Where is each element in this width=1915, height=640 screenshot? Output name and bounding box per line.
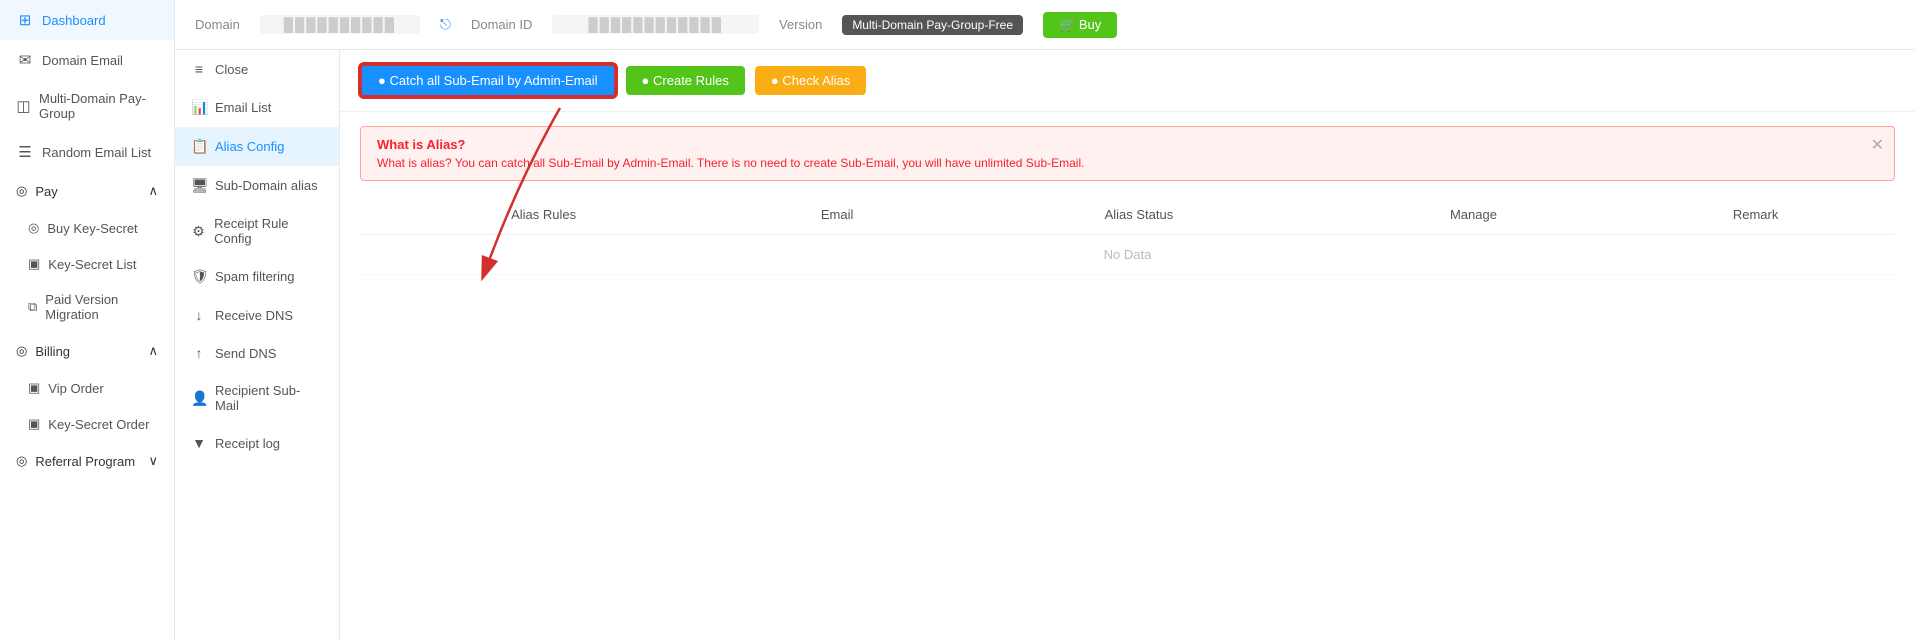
col-email: Email	[727, 195, 947, 235]
content-area: ≡ Close 📊 Email List 📋 Alias Config 🖥 Su…	[175, 50, 1915, 640]
buy-icon: ◎	[28, 220, 39, 236]
header-bar: Domain ██████████ ⎋ Domain ID ██████████…	[175, 0, 1915, 50]
no-data-cell: No Data	[360, 235, 1895, 275]
chart-icon: 📊	[191, 99, 207, 116]
panel-sidebar: ≡ Close 📊 Email List 📋 Alias Config 🖥 Su…	[175, 50, 340, 640]
create-rules-button[interactable]: ● Create Rules	[626, 66, 745, 95]
referral-icon: ◎	[16, 453, 27, 469]
toolbar: ● Catch all Sub-Email by Admin-Email ● C…	[340, 50, 1915, 112]
col-remark: Remark	[1616, 195, 1895, 235]
toolbar-wrapper: ● Catch all Sub-Email by Admin-Email ● C…	[340, 50, 1915, 112]
domain-label: Domain	[195, 17, 240, 32]
close-icon: ≡	[191, 61, 207, 77]
table-container: Alias Rules Email Alias Status Manage Re…	[340, 195, 1915, 640]
sidebar-item-random-email[interactable]: ☰ Random Email List	[0, 132, 174, 172]
list-icon: ☰	[16, 143, 34, 161]
main-area: Domain ██████████ ⎋ Domain ID ██████████…	[175, 0, 1915, 640]
pay-icon: ◎	[16, 183, 27, 199]
alias-icon: 📋	[191, 138, 207, 155]
panel-item-receive-dns[interactable]: ↓ Receive DNS	[175, 296, 339, 334]
billing-group-header[interactable]: ◎ Billing ∧	[0, 332, 174, 370]
order-icon: ▣	[28, 416, 40, 432]
panel-item-send-dns[interactable]: ↑ Send DNS	[175, 334, 339, 372]
panel-item-close[interactable]: ≡ Close	[175, 50, 339, 88]
sidebar-item-key-secret-order[interactable]: ▣ Key-Secret Order	[0, 406, 174, 442]
check-alias-button[interactable]: ● Check Alias	[755, 66, 866, 95]
subdomain-icon: 🖥	[191, 177, 207, 194]
buy-button[interactable]: 🛒 Buy	[1043, 12, 1117, 38]
mail-icon: ✉	[16, 51, 34, 69]
left-sidebar: ⊞ Dashboard ✉ Domain Email ◫ Multi-Domai…	[0, 0, 175, 640]
pay-group-header[interactable]: ◎ Pay ∧	[0, 172, 174, 210]
info-banner-text: What is alias? You can catch all Sub-Ema…	[377, 156, 1878, 170]
version-label: Version	[779, 17, 822, 32]
sidebar-item-dashboard[interactable]: ⊞ Dashboard	[0, 0, 174, 40]
key-icon: ▣	[28, 256, 40, 272]
receive-dns-icon: ↓	[191, 307, 207, 323]
sidebar-item-buy-key-secret[interactable]: ◎ Buy Key-Secret	[0, 210, 174, 246]
sidebar-item-vip-order[interactable]: ▣ Vip Order	[0, 370, 174, 406]
panel-item-alias-config[interactable]: 📋 Alias Config	[175, 127, 339, 166]
domain-value: ██████████	[260, 15, 420, 34]
vip-icon: ▣	[28, 380, 40, 396]
recipient-icon: 👤	[191, 390, 207, 407]
sidebar-item-paid-version[interactable]: ⧉ Paid Version Migration	[0, 282, 174, 332]
alias-table: Alias Rules Email Alias Status Manage Re…	[360, 195, 1895, 275]
info-banner-title: What is Alias?	[377, 137, 1878, 152]
sidebar-item-domain-email[interactable]: ✉ Domain Email	[0, 40, 174, 80]
multi-icon: ◫	[16, 97, 31, 115]
spam-icon: 🛡	[191, 268, 207, 285]
domain-id-value: ████████████	[552, 15, 759, 34]
log-icon: ▼	[191, 435, 207, 451]
col-alias-rules: Alias Rules	[360, 195, 727, 235]
domain-id-label: Domain ID	[471, 17, 532, 32]
sidebar-item-multi-domain[interactable]: ◫ Multi-Domain Pay-Group	[0, 80, 174, 132]
migration-icon: ⧉	[28, 299, 37, 315]
send-dns-icon: ↑	[191, 345, 207, 361]
panel-item-spam[interactable]: 🛡 Spam filtering	[175, 257, 339, 296]
sidebar-item-key-secret-list[interactable]: ▣ Key-Secret List	[0, 246, 174, 282]
billing-icon: ◎	[16, 343, 27, 359]
chevron-down-icon-referral: ∨	[148, 453, 158, 469]
dashboard-icon: ⊞	[16, 11, 34, 29]
panel-item-sub-domain[interactable]: 🖥 Sub-Domain alias	[175, 166, 339, 205]
chevron-up-icon-billing: ∧	[148, 343, 158, 359]
version-badge: Multi-Domain Pay-Group-Free	[842, 15, 1023, 35]
panel-item-email-list[interactable]: 📊 Email List	[175, 88, 339, 127]
panel-item-receipt-log[interactable]: ▼ Receipt log	[175, 424, 339, 462]
info-banner: What is Alias? What is alias? You can ca…	[360, 126, 1895, 181]
receipt-icon: ⚙	[191, 223, 206, 240]
panel-main: ● Catch all Sub-Email by Admin-Email ● C…	[340, 50, 1915, 640]
referral-group-header[interactable]: ◎ Referral Program ∨	[0, 442, 174, 480]
panel-item-receipt-rule[interactable]: ⚙ Receipt Rule Config	[175, 205, 339, 257]
panel-item-recipient-sub-mail[interactable]: 👤 Recipient Sub-Mail	[175, 372, 339, 424]
table-no-data-row: No Data	[360, 235, 1895, 275]
info-banner-close-button[interactable]: ✕	[1871, 135, 1884, 155]
col-manage: Manage	[1331, 195, 1616, 235]
domain-link-icon[interactable]: ⎋	[440, 16, 451, 33]
catch-all-button[interactable]: ● Catch all Sub-Email by Admin-Email	[360, 64, 616, 97]
chevron-up-icon: ∧	[148, 183, 158, 199]
